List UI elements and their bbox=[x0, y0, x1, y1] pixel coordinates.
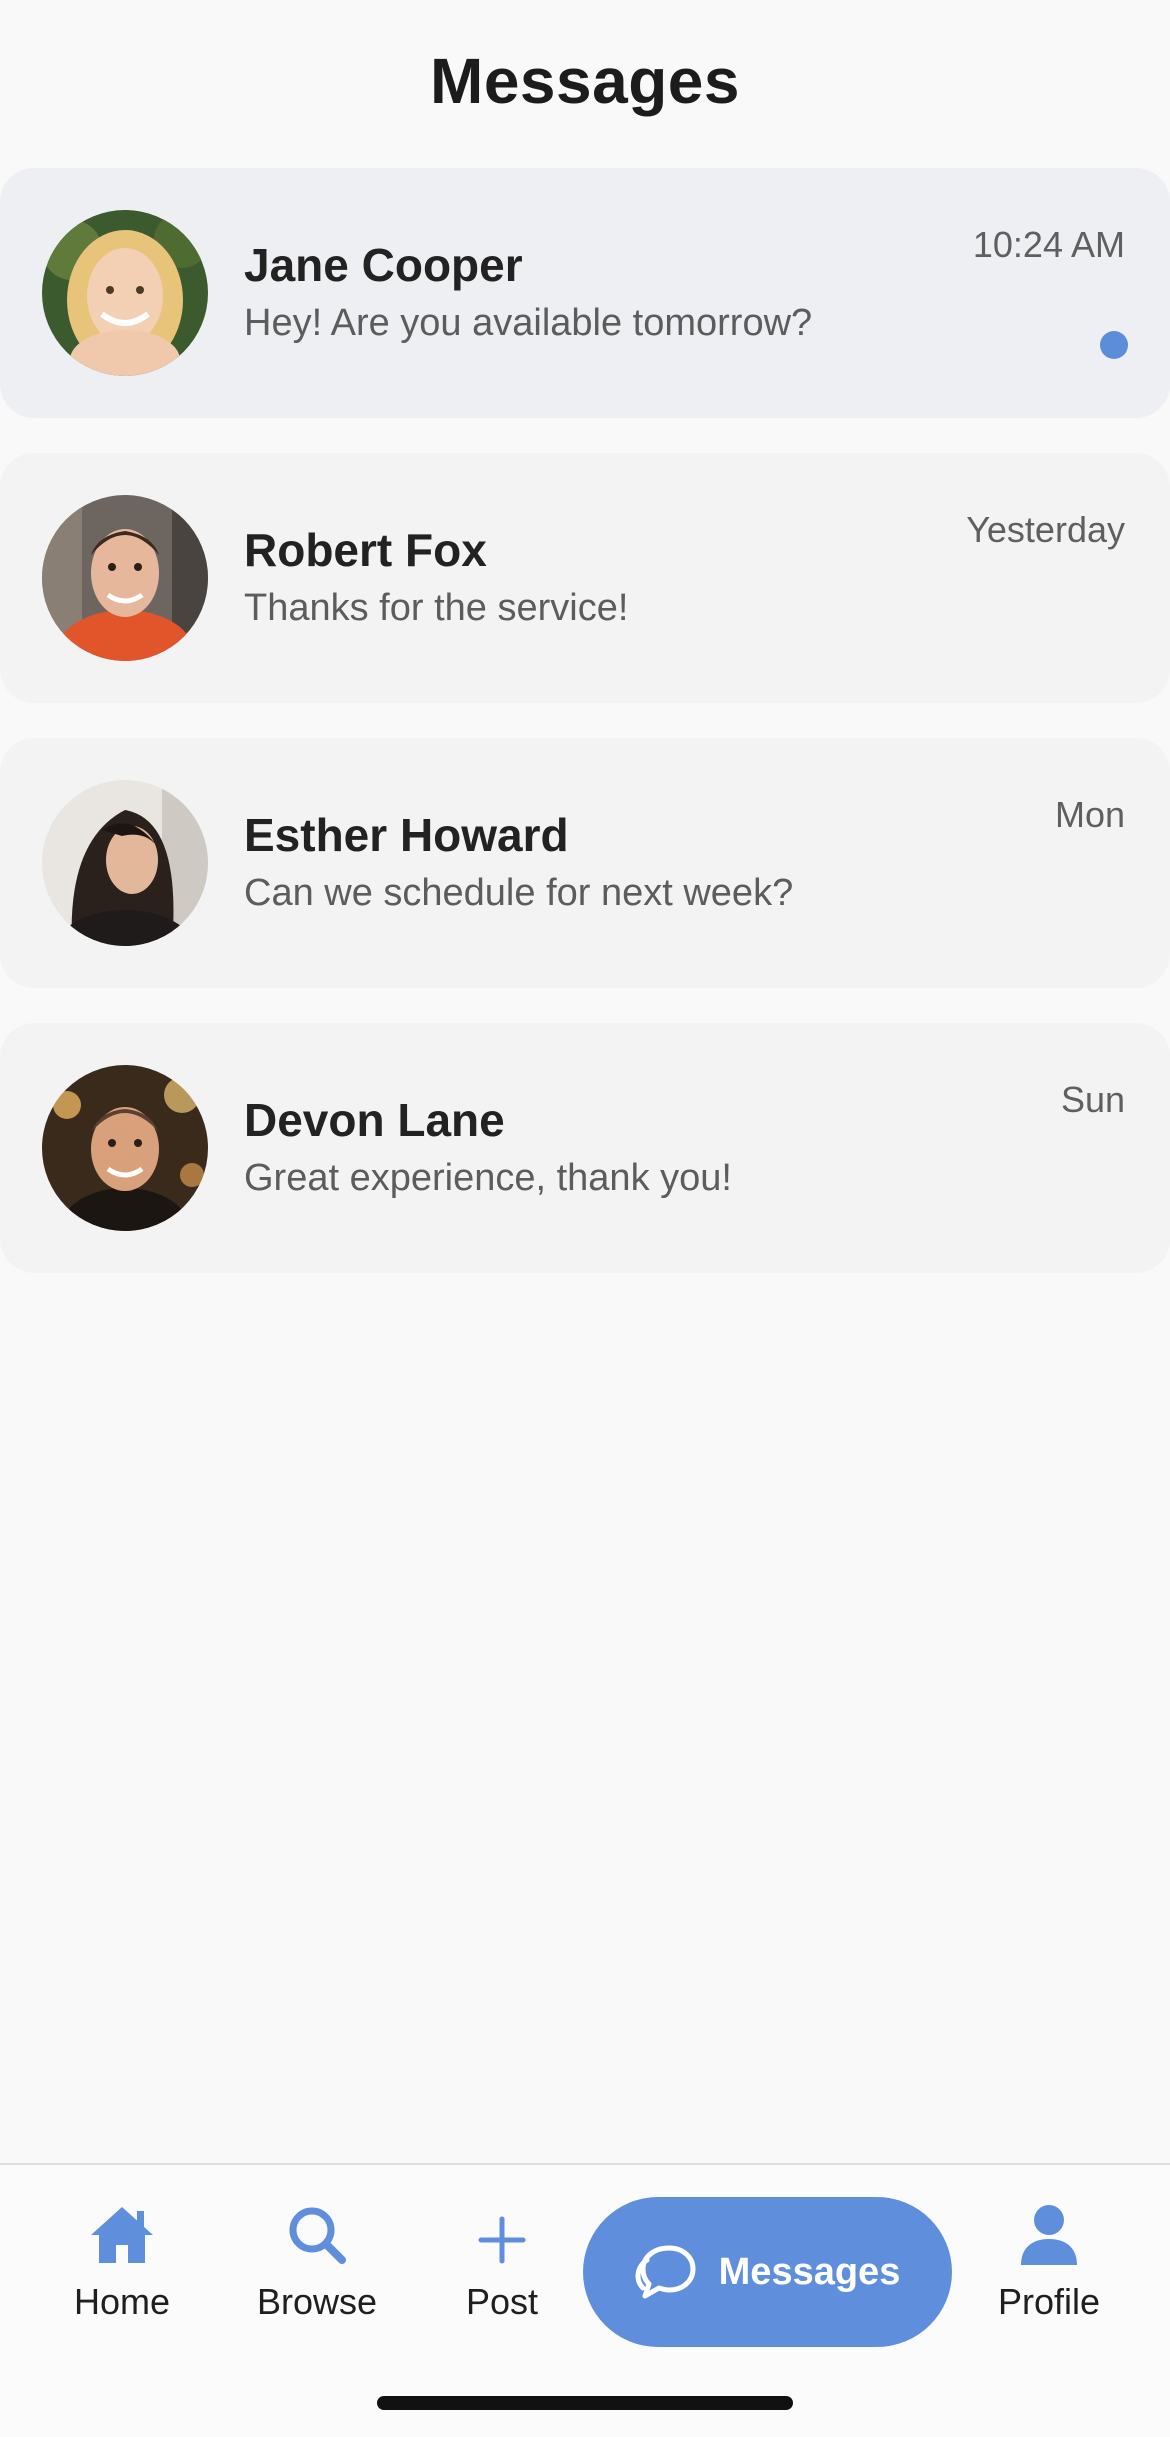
tab-label: Browse bbox=[256, 2281, 378, 2322]
conversation-item-devon-lane[interactable]: Devon Lane Great experience, thank you! … bbox=[0, 1023, 1170, 1273]
conversation-preview: Can we schedule for next week? bbox=[244, 872, 794, 914]
avatar bbox=[42, 780, 208, 946]
plus-icon bbox=[478, 2216, 526, 2264]
chat-bubble-icon bbox=[635, 2245, 696, 2299]
search-icon bbox=[289, 2207, 346, 2264]
tab-messages[interactable]: Messages bbox=[583, 2197, 952, 2347]
home-icon bbox=[91, 2207, 153, 2263]
tab-label: Post bbox=[465, 2281, 539, 2322]
conversation-item-jane-cooper[interactable]: Jane Cooper Hey! Are you available tomor… bbox=[0, 168, 1170, 418]
conversation-preview: Thanks for the service! bbox=[244, 587, 629, 629]
home-indicator bbox=[377, 2396, 793, 2410]
conversation-name: Devon Lane bbox=[244, 1094, 505, 1146]
conversation-time: Sun bbox=[1060, 1079, 1125, 1120]
page-title: Messages bbox=[430, 45, 740, 117]
conversation-name: Jane Cooper bbox=[244, 239, 523, 291]
avatar bbox=[42, 1065, 208, 1231]
tab-post[interactable]: Post bbox=[417, 2195, 587, 2323]
tab-browse[interactable]: Browse bbox=[232, 2195, 402, 2323]
conversation-time: 10:24 AM bbox=[972, 224, 1125, 265]
avatar bbox=[42, 210, 208, 376]
tab-profile[interactable]: Profile bbox=[964, 2195, 1134, 2323]
conversation-name: Esther Howard bbox=[244, 809, 569, 861]
conversation-item-robert-fox[interactable]: Robert Fox Thanks for the service! Yeste… bbox=[0, 453, 1170, 703]
avatar bbox=[42, 495, 208, 661]
tab-label: Home bbox=[73, 2281, 171, 2322]
conversation-time: Mon bbox=[1054, 794, 1125, 835]
unread-indicator bbox=[1100, 331, 1128, 359]
tab-label: Profile bbox=[997, 2281, 1101, 2322]
conversation-item-esther-howard[interactable]: Esther Howard Can we schedule for next w… bbox=[0, 738, 1170, 988]
person-icon bbox=[1021, 2205, 1077, 2265]
conversation-preview: Great experience, thank you! bbox=[244, 1157, 732, 1199]
tab-label: Messages bbox=[718, 2250, 901, 2293]
conversation-preview: Hey! Are you available tomorrow? bbox=[244, 302, 813, 344]
conversation-name: Robert Fox bbox=[244, 524, 487, 576]
tab-home[interactable]: Home bbox=[37, 2195, 207, 2323]
conversation-time: Yesterday bbox=[966, 509, 1125, 550]
